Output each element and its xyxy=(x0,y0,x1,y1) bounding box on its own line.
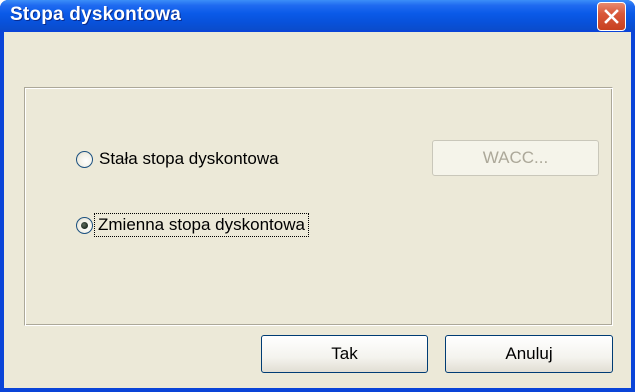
dialog-body: Stała stopa dyskontowa WACC... Zmienna s… xyxy=(4,32,631,388)
close-icon xyxy=(604,9,619,24)
discount-rate-group xyxy=(24,87,613,326)
wacc-button[interactable]: WACC... xyxy=(432,140,599,176)
title-bar[interactable]: Stopa dyskontowa xyxy=(0,0,635,31)
radio-variable-rate-label[interactable]: Zmienna stopa dyskontowa xyxy=(94,213,309,237)
radio-fixed-rate-label[interactable]: Stała stopa dyskontowa xyxy=(99,149,279,169)
ok-button[interactable]: Tak xyxy=(261,335,428,373)
radio-variable-rate[interactable]: Zmienna stopa dyskontowa xyxy=(76,213,309,237)
dialog-window: Stopa dyskontowa Stała stopa dyskontowa … xyxy=(0,0,635,392)
radio-fixed-rate-button[interactable] xyxy=(76,150,93,168)
close-button[interactable] xyxy=(597,2,626,31)
dialog-title: Stopa dyskontowa xyxy=(10,4,182,25)
radio-variable-rate-button[interactable] xyxy=(76,216,93,234)
radio-fixed-rate[interactable]: Stała stopa dyskontowa xyxy=(76,149,279,169)
cancel-button[interactable]: Anuluj xyxy=(445,335,613,373)
